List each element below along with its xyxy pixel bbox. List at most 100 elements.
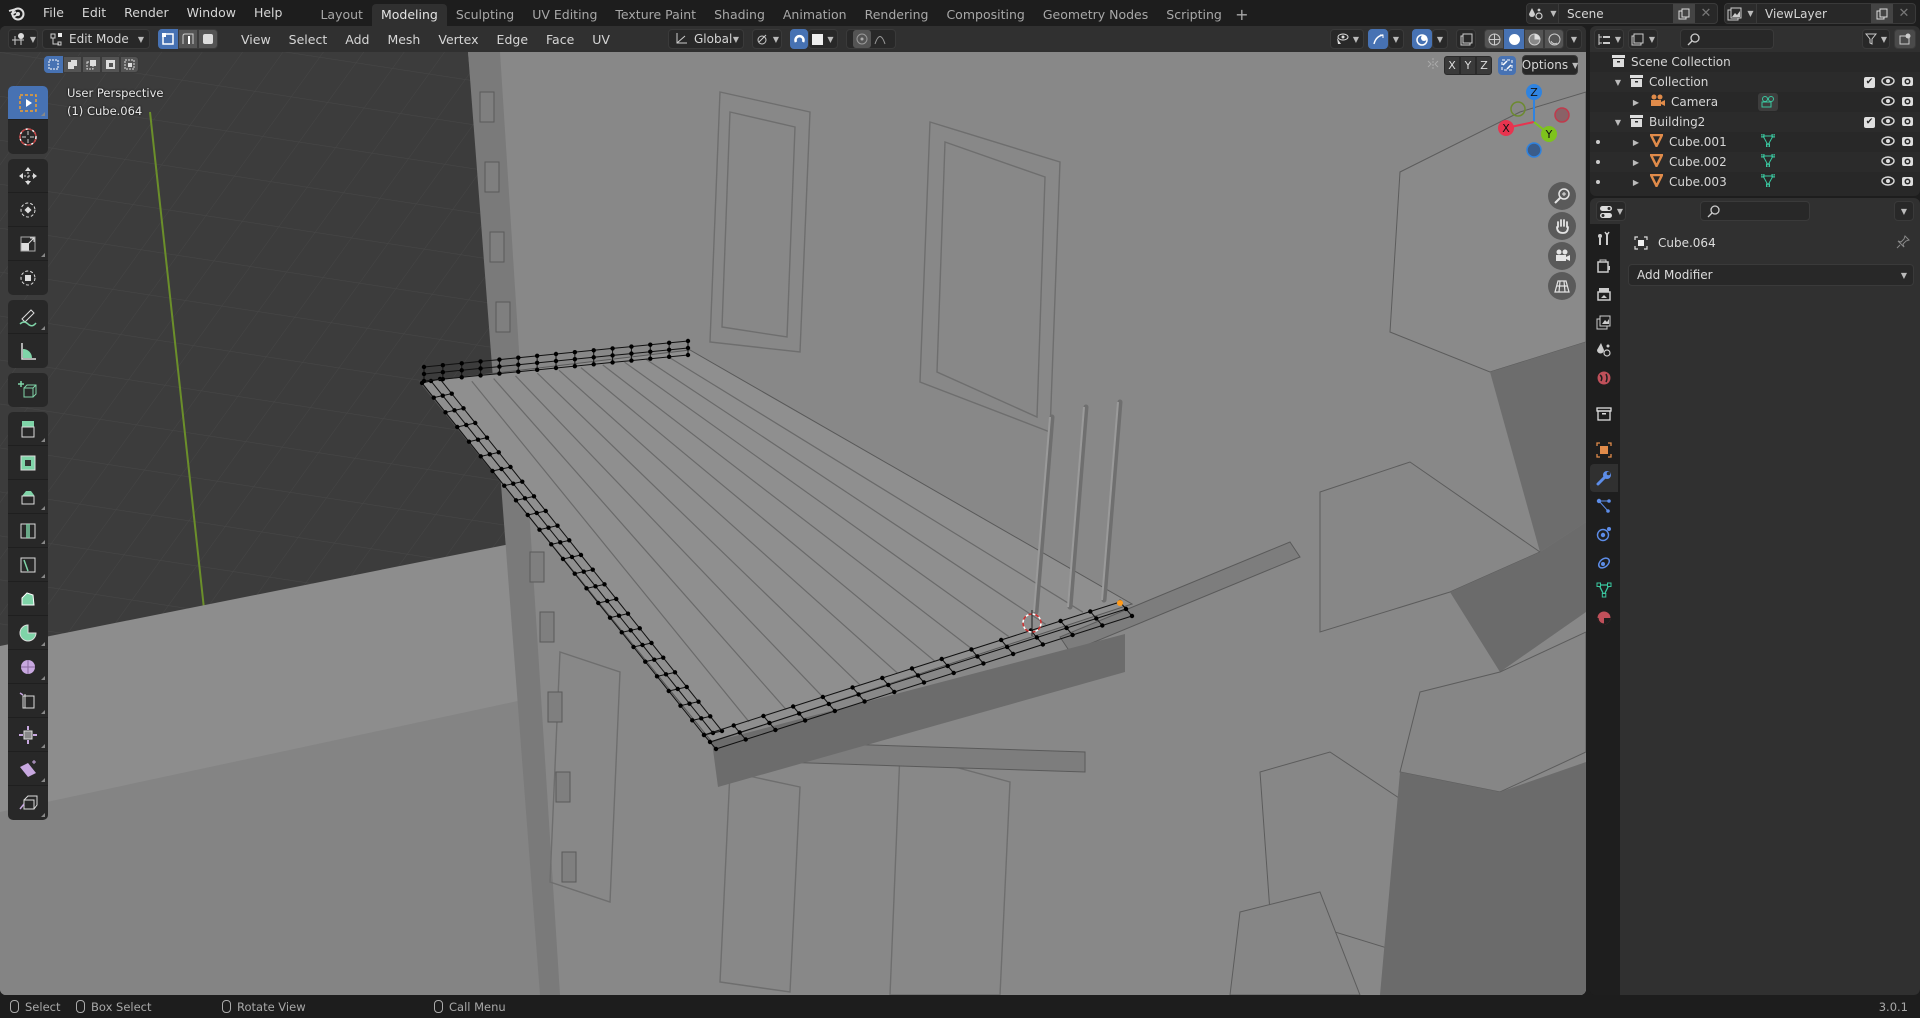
expand-building2-icon[interactable]: ▼ [1612,118,1624,127]
exclude-checkbox[interactable]: ✔ [1864,116,1875,128]
tool-scale[interactable] [8,227,48,261]
render-camera-icon[interactable] [1901,135,1914,150]
wireframe-shading-icon[interactable] [1484,29,1504,49]
tool-knife[interactable] [8,548,48,582]
expand-object-icon[interactable]: ▶ [1630,158,1642,167]
new-collection-button[interactable] [1894,29,1916,49]
falloff-curve-icon[interactable] [874,33,890,45]
visibility-eye-icon[interactable] [1881,175,1895,190]
menu-uv[interactable]: UV [583,32,619,47]
exclude-checkbox[interactable]: ✔ [1864,76,1875,88]
tool-smooth[interactable] [8,650,48,684]
tab-collection[interactable] [1590,400,1618,428]
tool-cursor[interactable] [8,120,48,154]
tool-loop-cut[interactable] [8,514,48,548]
tab-object[interactable] [1590,436,1618,464]
blender-logo-icon[interactable] [0,0,34,26]
menu-edge[interactable]: Edge [488,32,537,47]
menu-window[interactable]: Window [178,2,245,24]
tab-world[interactable] [1590,364,1618,392]
scene-name[interactable]: Scene [1559,7,1673,21]
scene-icon[interactable]: ▼ [1527,4,1559,23]
editor-type-button[interactable]: ▼ [8,29,38,49]
outliner-item-building2[interactable]: ▼ Building2 ✔ [1590,112,1920,132]
select-difference-icon[interactable] [101,56,120,73]
add-workspace-button[interactable]: + [1231,4,1253,26]
snap-target-selector[interactable]: ▼ [808,29,838,49]
tab-animation[interactable]: Animation [774,4,856,26]
mirror-y-toggle[interactable]: Y [1460,55,1476,75]
snap-toggle[interactable] [790,29,808,49]
render-camera-icon[interactable] [1901,115,1914,130]
edit-mode-dot[interactable] [1596,180,1600,184]
face-select-icon[interactable] [198,29,218,49]
expand-camera-icon[interactable]: ▶ [1630,98,1642,107]
outliner-item-cube-001[interactable]: ▶ Cube.001 [1590,132,1920,152]
render-camera-icon[interactable] [1901,175,1914,190]
viewport-scene[interactable] [0,52,1586,995]
visibility-eye-icon[interactable] [1881,135,1895,150]
proportional-editing[interactable] [846,29,896,49]
shading-dropdown[interactable]: ▼ [1566,29,1582,49]
menu-help[interactable]: Help [245,2,292,24]
outliner-item-collection[interactable]: ▼ Collection ✔ [1590,72,1920,92]
navigation-gizmo[interactable]: Z X Y [1494,80,1574,160]
perspective-toggle-button[interactable] [1548,272,1576,300]
tool-shrink-fatten[interactable] [8,718,48,752]
render-camera-icon[interactable] [1901,75,1914,90]
tab-uv-editing[interactable]: UV Editing [523,4,606,26]
pin-icon[interactable] [1896,234,1910,252]
visibility-eye-icon[interactable] [1881,75,1895,90]
visibility-eye-icon[interactable] [1881,95,1895,110]
display-mode-selector[interactable]: ▼ [1628,29,1658,49]
menu-file[interactable]: File [34,2,73,24]
solid-shading-icon[interactable] [1504,29,1524,49]
mirror-x-toggle[interactable]: X [1444,55,1460,75]
pivot-point-selector[interactable]: ▼ [752,29,782,49]
tool-move[interactable] [8,159,48,193]
camera-data-icon[interactable] [1758,93,1779,111]
tool-shear[interactable] [8,752,48,786]
scene-selector[interactable]: ▼ Scene ✕ [1526,3,1718,24]
add-modifier-dropdown[interactable]: Add Modifier ▼ [1628,264,1914,286]
outliner-scene-collection[interactable]: Scene Collection [1590,52,1920,72]
remove-scene-icon[interactable]: ✕ [1695,6,1717,21]
view-layer-icon[interactable]: ▼ [1725,4,1757,23]
render-camera-icon[interactable] [1901,155,1914,170]
render-camera-icon[interactable] [1901,95,1914,110]
tab-compositing[interactable]: Compositing [937,4,1033,26]
3d-viewport[interactable]: ▼ Edit Mode ▼ View Select Add Mesh Verte… [0,26,1586,995]
auto-merge-toggle[interactable] [1498,55,1516,75]
outliner-search-field[interactable] [1680,29,1774,49]
tab-tool[interactable] [1590,224,1618,252]
tab-geometry-nodes[interactable]: Geometry Nodes [1034,4,1157,26]
gizmo-dropdown[interactable]: ▼ [1388,29,1404,49]
tab-shading[interactable]: Shading [705,4,774,26]
menu-select[interactable]: Select [280,32,337,47]
tab-view-layer[interactable] [1590,308,1618,336]
tool-annotate[interactable] [8,300,48,334]
options-dropdown[interactable]: Options ▼ [1522,55,1578,75]
tab-physics[interactable] [1590,520,1618,548]
rendered-shading-icon[interactable] [1544,29,1564,49]
mesh-data-icon[interactable] [1760,153,1776,170]
tab-texture-paint[interactable]: Texture Paint [606,4,705,26]
select-subtract-icon[interactable] [82,56,101,73]
tab-layout[interactable]: Layout [311,4,372,26]
gizmo-toggle[interactable] [1368,29,1388,49]
view-layer-selector[interactable]: ▼ ViewLayer ✕ [1724,3,1916,24]
select-extend-icon[interactable] [63,56,82,73]
camera-view-button[interactable] [1548,242,1576,270]
tab-scripting[interactable]: Scripting [1157,4,1231,26]
tool-rotate[interactable] [8,193,48,227]
visibility-eye-icon[interactable] [1881,155,1895,170]
tool-poly-build[interactable] [8,582,48,616]
zoom-view-button[interactable] [1548,182,1576,210]
edit-mode-dot[interactable] [1596,140,1600,144]
duplicate-scene-icon[interactable] [1673,4,1695,23]
overlays-toggle[interactable] [1412,29,1432,49]
duplicate-view-layer-icon[interactable] [1871,4,1893,23]
tab-modeling[interactable]: Modeling [371,4,447,26]
mesh-data-icon[interactable] [1760,133,1776,150]
properties-search-field[interactable] [1700,201,1810,221]
